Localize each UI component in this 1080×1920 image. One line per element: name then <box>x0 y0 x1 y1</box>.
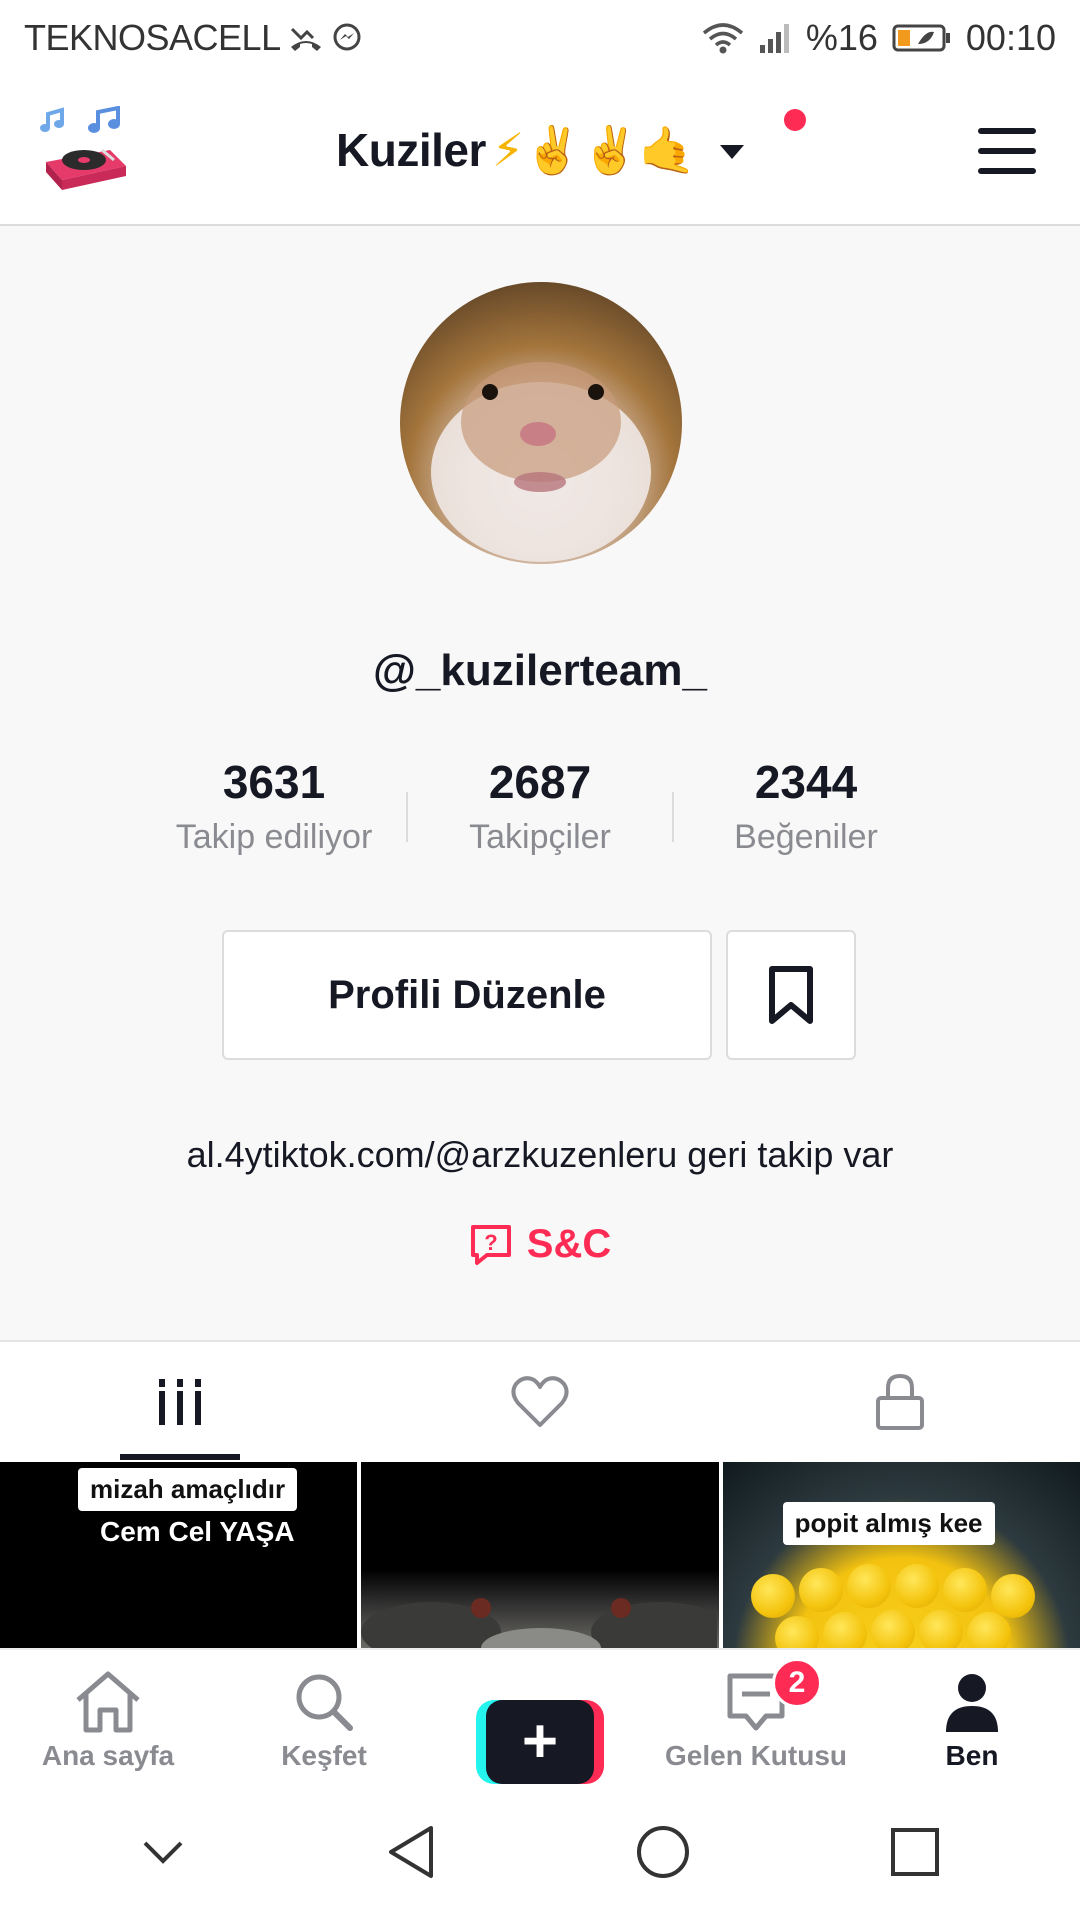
nav-create[interactable]: + <box>432 1650 648 1788</box>
lock-icon <box>876 1373 924 1430</box>
grid-icon <box>159 1379 201 1425</box>
popit-bubble <box>942 1568 987 1612</box>
search-icon <box>296 1674 353 1731</box>
popit-bubble <box>918 1610 963 1648</box>
popit-bubble <box>774 1616 819 1648</box>
username: @_kuzilerteam_ <box>373 646 707 695</box>
video-thumbnail[interactable] <box>361 1462 719 1648</box>
followers-stat[interactable]: 2687 Takipçiler <box>408 752 672 857</box>
popit-bubble <box>822 1612 867 1648</box>
video-thumbnail[interactable]: mizah amaçlıdır Cem Cel YAŞA <box>0 1462 358 1648</box>
following-count: 3631 <box>222 756 326 808</box>
likes-count: 2344 <box>754 756 858 808</box>
create-button[interactable]: + <box>476 1700 604 1784</box>
video-grid: mizah amaçlıdır Cem Cel YAŞA popit almış… <box>0 1462 1080 1648</box>
tab-videos[interactable] <box>0 1342 360 1462</box>
menu-icon-line <box>978 128 1036 134</box>
followers-label: Takipçiler <box>469 818 611 856</box>
back-icon[interactable] <box>385 1824 437 1885</box>
video-preview <box>361 1598 718 1648</box>
qa-link[interactable]: ? S&C <box>0 1222 1080 1267</box>
chevron-down-icon <box>720 145 744 159</box>
signal-icon <box>758 21 792 55</box>
battery-percent: %16 <box>805 17 878 58</box>
popit-bubbles <box>750 1554 1051 1648</box>
home-icon <box>76 1671 140 1733</box>
popit-bubble <box>750 1574 795 1618</box>
bio-text: al.4ytiktok.com/@arzkuzenleru geri takip… <box>186 1134 894 1175</box>
nav-me-label: Ben <box>945 1740 999 1771</box>
plus-icon: + <box>486 1700 594 1784</box>
popit-bubble <box>966 1612 1011 1648</box>
likes-label: Beğeniler <box>734 818 878 856</box>
chevron-down-icon[interactable] <box>139 1837 187 1872</box>
menu-icon-line <box>978 168 1036 174</box>
profile-icon <box>946 1674 998 1732</box>
heart-icon <box>511 1376 569 1427</box>
nav-discover[interactable]: Keşfet <box>216 1650 432 1788</box>
clock: 00:10 <box>965 17 1056 58</box>
profile-section: @_kuzilerteam_ 3631 Takip ediliyor 2687 … <box>0 226 1080 1340</box>
battery-icon <box>892 22 952 54</box>
carrier-name: TEKNOSACELL <box>24 17 281 58</box>
home-circle-icon[interactable] <box>635 1824 691 1885</box>
avatar[interactable] <box>400 282 682 564</box>
status-bar: TEKNOSACELL %16 00:10 <box>0 0 1080 76</box>
video-caption: Cem Cel YAŞA <box>100 1516 295 1547</box>
inbox-badge: 2 <box>772 1658 822 1708</box>
title-emojis: ⚡✌️✌️🤙 <box>491 123 696 176</box>
tab-liked[interactable] <box>360 1342 720 1462</box>
favorites-button[interactable] <box>726 930 856 1060</box>
popit-bubble <box>846 1564 891 1608</box>
nav-inbox[interactable]: 2 Gelen Kutusu <box>648 1650 864 1788</box>
qa-label: S&C <box>526 1222 612 1266</box>
popit-bubble <box>798 1568 843 1612</box>
account-switcher[interactable]: Kuziler ⚡✌️✌️🤙 <box>336 123 744 178</box>
system-nav-bar <box>0 1788 1080 1920</box>
followers-count: 2687 <box>488 756 592 808</box>
following-stat[interactable]: 3631 Takip ediliyor <box>142 752 406 857</box>
tab-private[interactable] <box>720 1342 1080 1462</box>
status-right: %16 00:10 <box>702 17 1056 59</box>
recents-icon[interactable] <box>889 1826 941 1883</box>
notification-dot <box>784 109 806 131</box>
nav-home-label: Ana sayfa <box>41 1740 175 1771</box>
profile-header: Kuziler ⚡✌️✌️🤙 <box>0 76 1080 226</box>
profile-actions: Profili Düzenle <box>222 930 856 1060</box>
messenger-icon <box>331 22 363 54</box>
following-label: Takip ediliyor <box>175 818 373 856</box>
menu-button[interactable] <box>978 128 1036 174</box>
account-name: Kuziler <box>336 124 486 176</box>
nav-discover-label: Keşfet <box>281 1740 367 1771</box>
popit-bubble <box>870 1610 915 1648</box>
bookmark-icon <box>769 966 813 1024</box>
bottom-nav: Ana sayfa Keşfet + 2 Gelen Kutusu Ben <box>0 1648 1080 1788</box>
record-player-icon[interactable] <box>40 105 130 196</box>
menu-icon-line <box>978 148 1036 154</box>
popit-bubble <box>894 1564 939 1608</box>
likes-stat[interactable]: 2344 Beğeniler <box>674 752 938 857</box>
edit-profile-button[interactable]: Profili Düzenle <box>222 930 712 1060</box>
nav-inbox-label: Gelen Kutusu <box>664 1740 847 1771</box>
nav-me[interactable]: Ben <box>864 1650 1080 1788</box>
popit-bubble <box>990 1574 1035 1618</box>
profile-stats: 3631 Takip ediliyor 2687 Takipçiler 2344… <box>0 752 1080 857</box>
video-label: popit almış kee <box>782 1502 995 1545</box>
nav-home[interactable]: Ana sayfa <box>0 1650 216 1788</box>
video-thumbnail[interactable]: popit almış kee <box>722 1462 1080 1648</box>
svg-text:?: ? <box>484 1230 497 1255</box>
video-label: mizah amaçlıdır <box>78 1468 298 1511</box>
profile-tabs <box>0 1340 1080 1462</box>
status-left: TEKNOSACELL <box>24 17 363 59</box>
question-bubble-icon: ? <box>470 1224 511 1265</box>
wifi-icon <box>702 21 744 55</box>
missed-call-icon <box>289 23 323 53</box>
